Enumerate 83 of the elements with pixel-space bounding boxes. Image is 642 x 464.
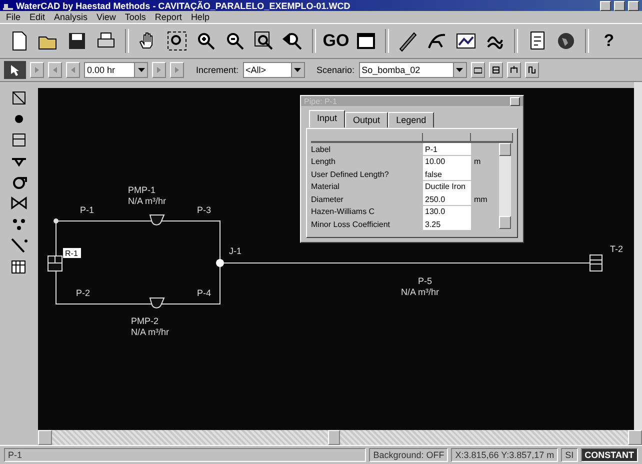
scenario-manager-icon[interactable] <box>488 62 503 78</box>
step-forward-button[interactable] <box>152 62 166 78</box>
time-dropdown[interactable]: 0.00 hr <box>84 62 148 78</box>
minimize-button[interactable] <box>600 0 611 10</box>
menu-item[interactable]: Tools <box>124 12 146 22</box>
property-name: Length <box>311 157 336 166</box>
property-value[interactable]: 3.25 <box>423 218 471 230</box>
property-name: User Defined Length? <box>311 170 390 179</box>
triangle-icon <box>69 66 77 74</box>
pipe-label: P-3 <box>197 205 212 215</box>
property-name: Minor Loss Coefficient <box>311 220 391 229</box>
pipe-label: P-4 <box>197 288 212 298</box>
unit-label: m <box>473 157 482 166</box>
triangle-icon <box>33 66 41 74</box>
folder-icon[interactable] <box>470 62 485 78</box>
property-value[interactable]: false <box>423 168 471 180</box>
menu-item[interactable]: Analysis <box>54 12 88 22</box>
vertical-scrollbar[interactable] <box>634 82 642 430</box>
fast-forward-button[interactable] <box>170 62 184 78</box>
menu-item[interactable]: View <box>96 12 116 22</box>
status-field: P-1 <box>4 448 366 462</box>
property-value[interactable]: P-1 <box>423 143 471 156</box>
property-name: Diameter <box>311 194 344 204</box>
step-back-button[interactable] <box>66 62 80 78</box>
rewind-button[interactable] <box>48 62 62 78</box>
scenario-dropdown[interactable]: So_bomba_02 <box>358 62 467 78</box>
dropdown-arrow-icon[interactable] <box>294 68 302 72</box>
property-value[interactable]: 130.0 <box>423 206 471 218</box>
flow-label: N/A m³/hr <box>128 196 166 206</box>
triangle-icon <box>173 66 181 74</box>
dropdown-arrow-icon[interactable] <box>138 68 144 72</box>
property-name: Material <box>311 182 340 192</box>
status-field: SI <box>561 448 578 462</box>
pump-label: PMP-2 <box>131 316 159 326</box>
pipe-label: P-2 <box>76 288 90 298</box>
reservoir-label: R-1 <box>65 249 78 258</box>
status-field: X:3.815,66 Y:3.857,17 m <box>451 448 558 462</box>
window-title: WaterCAD by Haestad Methods - CAVITAÇÃO_PARALELO_EXEMPLO-01.WCD <box>16 0 352 10</box>
pipe-label: P-5 <box>418 276 432 286</box>
triangle-icon <box>155 66 163 74</box>
property-value[interactable]: 10.00 <box>423 156 471 168</box>
pipe-label: P-1 <box>80 205 94 215</box>
property-name: Hazen-Williams C <box>311 207 376 216</box>
flow-label: N/A m³/hr <box>131 327 170 337</box>
pump-label: PMP-1 <box>128 185 156 195</box>
dropdown-arrow-icon[interactable] <box>456 68 464 72</box>
flow-label: N/A m³/hr <box>401 287 440 297</box>
pump-symbol <box>150 214 164 226</box>
maximize-button[interactable] <box>614 0 625 10</box>
triangle-icon <box>51 66 59 74</box>
scenario-label: Scenario: <box>316 65 355 75</box>
help-button[interactable]: ? <box>595 28 623 54</box>
horizontal-scrollbar[interactable] <box>38 430 642 445</box>
pump-symbol <box>150 298 164 308</box>
close-button[interactable] <box>628 0 639 10</box>
property-name: Label <box>311 144 332 154</box>
scrollbar[interactable] <box>499 143 511 229</box>
play-button[interactable] <box>30 62 44 78</box>
property-value[interactable]: 250.0 <box>423 193 471 206</box>
tank-label: T-2 <box>610 244 624 254</box>
menu-item[interactable]: Help <box>190 12 210 22</box>
menu-item[interactable]: File <box>6 12 21 22</box>
junction-label: J-1 <box>229 246 242 256</box>
reservoir-symbol <box>48 256 62 272</box>
junction-node <box>216 259 224 267</box>
compare-icon[interactable] <box>524 62 539 78</box>
increment-dropdown[interactable]: <All> <box>242 62 305 78</box>
select-tool-icon[interactable] <box>4 61 26 79</box>
node <box>54 218 58 224</box>
property-value[interactable]: Ductile Iron <box>423 180 471 193</box>
tab[interactable]: Legend <box>388 112 434 128</box>
tab[interactable]: Output <box>345 112 388 128</box>
menu-item[interactable]: Report <box>154 12 182 22</box>
menu-item[interactable]: Edit <box>30 12 46 22</box>
status-field: Background: OFF <box>369 448 448 462</box>
go-button[interactable]: GO <box>322 28 350 54</box>
close-button[interactable] <box>510 96 520 106</box>
tank-symbol <box>590 254 602 272</box>
tab[interactable]: Input <box>309 110 346 128</box>
status-field: CONSTANT <box>580 448 638 462</box>
unit-label: mm <box>473 194 488 204</box>
alternatives-icon[interactable] <box>506 62 521 78</box>
increment-label: Increment: <box>196 65 239 75</box>
